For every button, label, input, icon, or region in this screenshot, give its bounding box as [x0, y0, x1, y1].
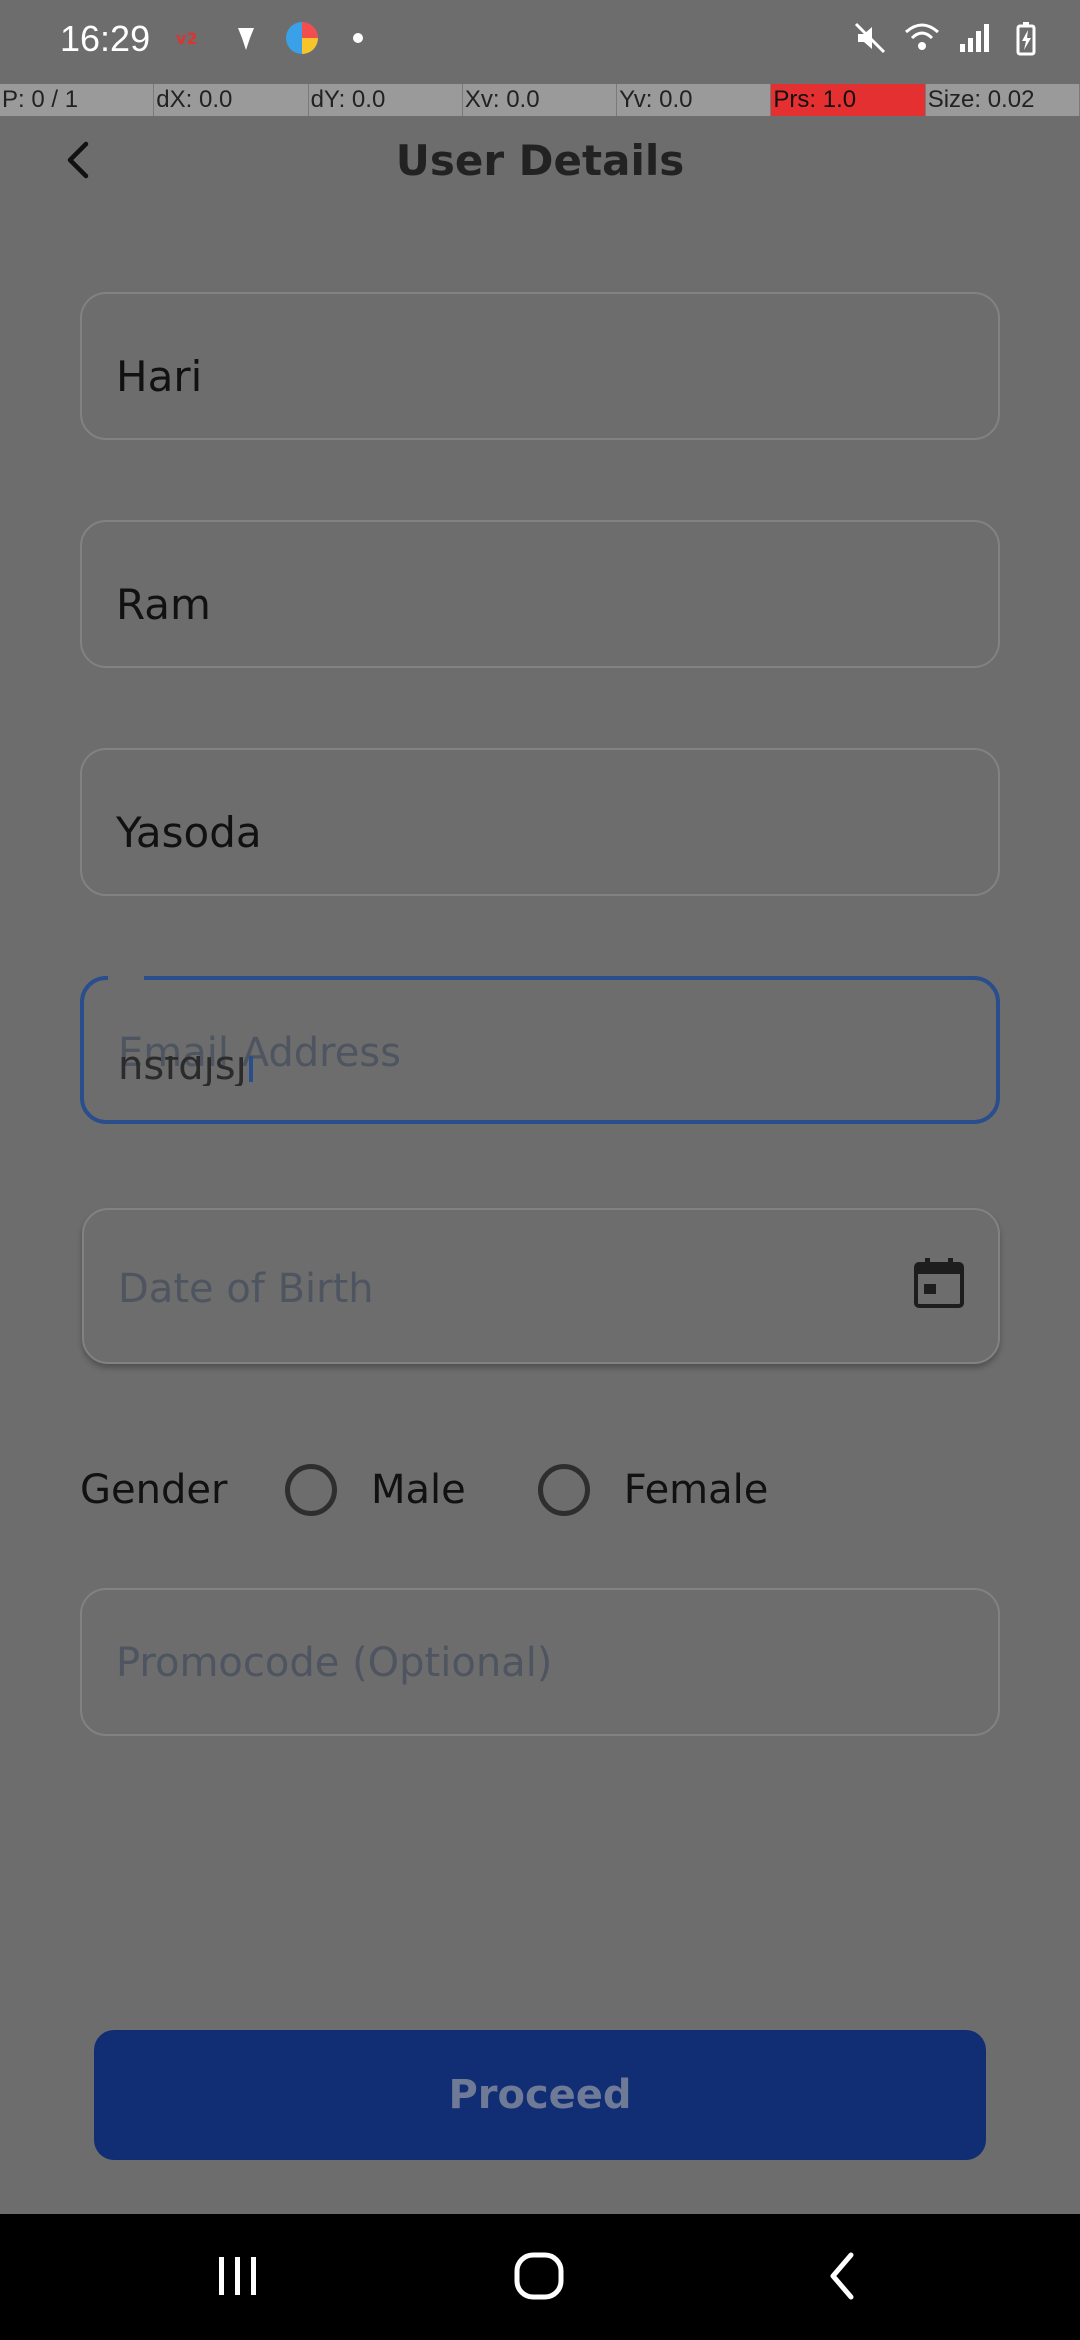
dot-icon [353, 33, 363, 43]
recents-button[interactable] [208, 2246, 268, 2306]
app-header: User Details [0, 116, 1080, 216]
wifi-icon [905, 23, 939, 50]
gender-option-male[interactable]: Male [285, 1464, 466, 1516]
system-navigation-bar [0, 2214, 1080, 2340]
first-name-field[interactable]: Hari [80, 292, 1000, 440]
pointer-dy: dY: 0.0 [309, 84, 463, 116]
screen: 16:29 v2 P: 0 / 1 dX: 0.0 dY: 0.0 Xv: 0.… [0, 0, 1080, 2340]
back-icon [830, 2252, 854, 2300]
email-typed-value: nsfdjsj [118, 1056, 247, 1086]
status-right-icons [852, 20, 1044, 56]
promocode-field[interactable]: Promocode (Optional) [80, 1588, 1000, 1736]
pointer-size: Size: 0.02 [926, 84, 1080, 116]
gender-row: Gender Male Female [80, 1460, 1000, 1520]
status-bar: 16:29 v2 [0, 0, 1080, 82]
middle-name-value: Ram [116, 580, 211, 629]
male-radio-button[interactable] [285, 1464, 337, 1516]
pointer-pressure: Prs: 1.0 [771, 84, 926, 116]
nav-back-button[interactable] [814, 2246, 874, 2306]
date-of-birth-placeholder: Date of Birth [118, 1266, 374, 1312]
pointer-dx: dX: 0.0 [154, 84, 309, 116]
vpn-icon [238, 28, 254, 50]
promocode-placeholder: Promocode (Optional) [116, 1640, 553, 1686]
date-of-birth-field[interactable]: Date of Birth [82, 1208, 1000, 1364]
email-typed-text: nsfdjsj [118, 1056, 253, 1086]
notification-icon: v2 [176, 29, 198, 48]
home-icon [514, 2252, 564, 2300]
status-time: 16:29 [60, 18, 151, 59]
last-name-value: Yasoda [116, 808, 262, 857]
proceed-button[interactable]: Proceed [94, 2030, 986, 2160]
first-name-value: Hari [116, 352, 203, 401]
email-field[interactable]: Email Address nsfdjsj [80, 974, 1000, 1124]
home-button[interactable] [510, 2246, 570, 2306]
female-radio-button[interactable] [537, 1464, 590, 1516]
browser-icon [286, 22, 318, 54]
signal-icon [960, 24, 989, 52]
calendar-icon[interactable] [912, 1256, 966, 1310]
battery-icon [1016, 22, 1036, 56]
gender-option-female[interactable]: Female [537, 1464, 769, 1516]
pointer-location-overlay: P: 0 / 1 dX: 0.0 dY: 0.0 Xv: 0.0 Yv: 0.0… [0, 84, 1080, 116]
text-caret [248, 1056, 253, 1082]
pointer-yv: Yv: 0.0 [617, 84, 772, 116]
middle-name-field[interactable]: Ram [80, 520, 1000, 668]
page-title: User Details [395, 136, 685, 185]
svg-text:v2: v2 [176, 29, 198, 48]
pointer-count: P: 0 / 1 [0, 84, 155, 116]
last-name-field[interactable]: Yasoda [80, 748, 1000, 896]
male-label: Male [371, 1467, 466, 1513]
gender-label: Gender [80, 1467, 228, 1513]
label-notch [108, 974, 144, 986]
pointer-xv: Xv: 0.0 [463, 84, 618, 116]
mute-icon [854, 22, 886, 54]
recents-icon [219, 2257, 256, 2295]
status-left-icons: v2 [172, 20, 376, 56]
female-label: Female [623, 1467, 769, 1513]
